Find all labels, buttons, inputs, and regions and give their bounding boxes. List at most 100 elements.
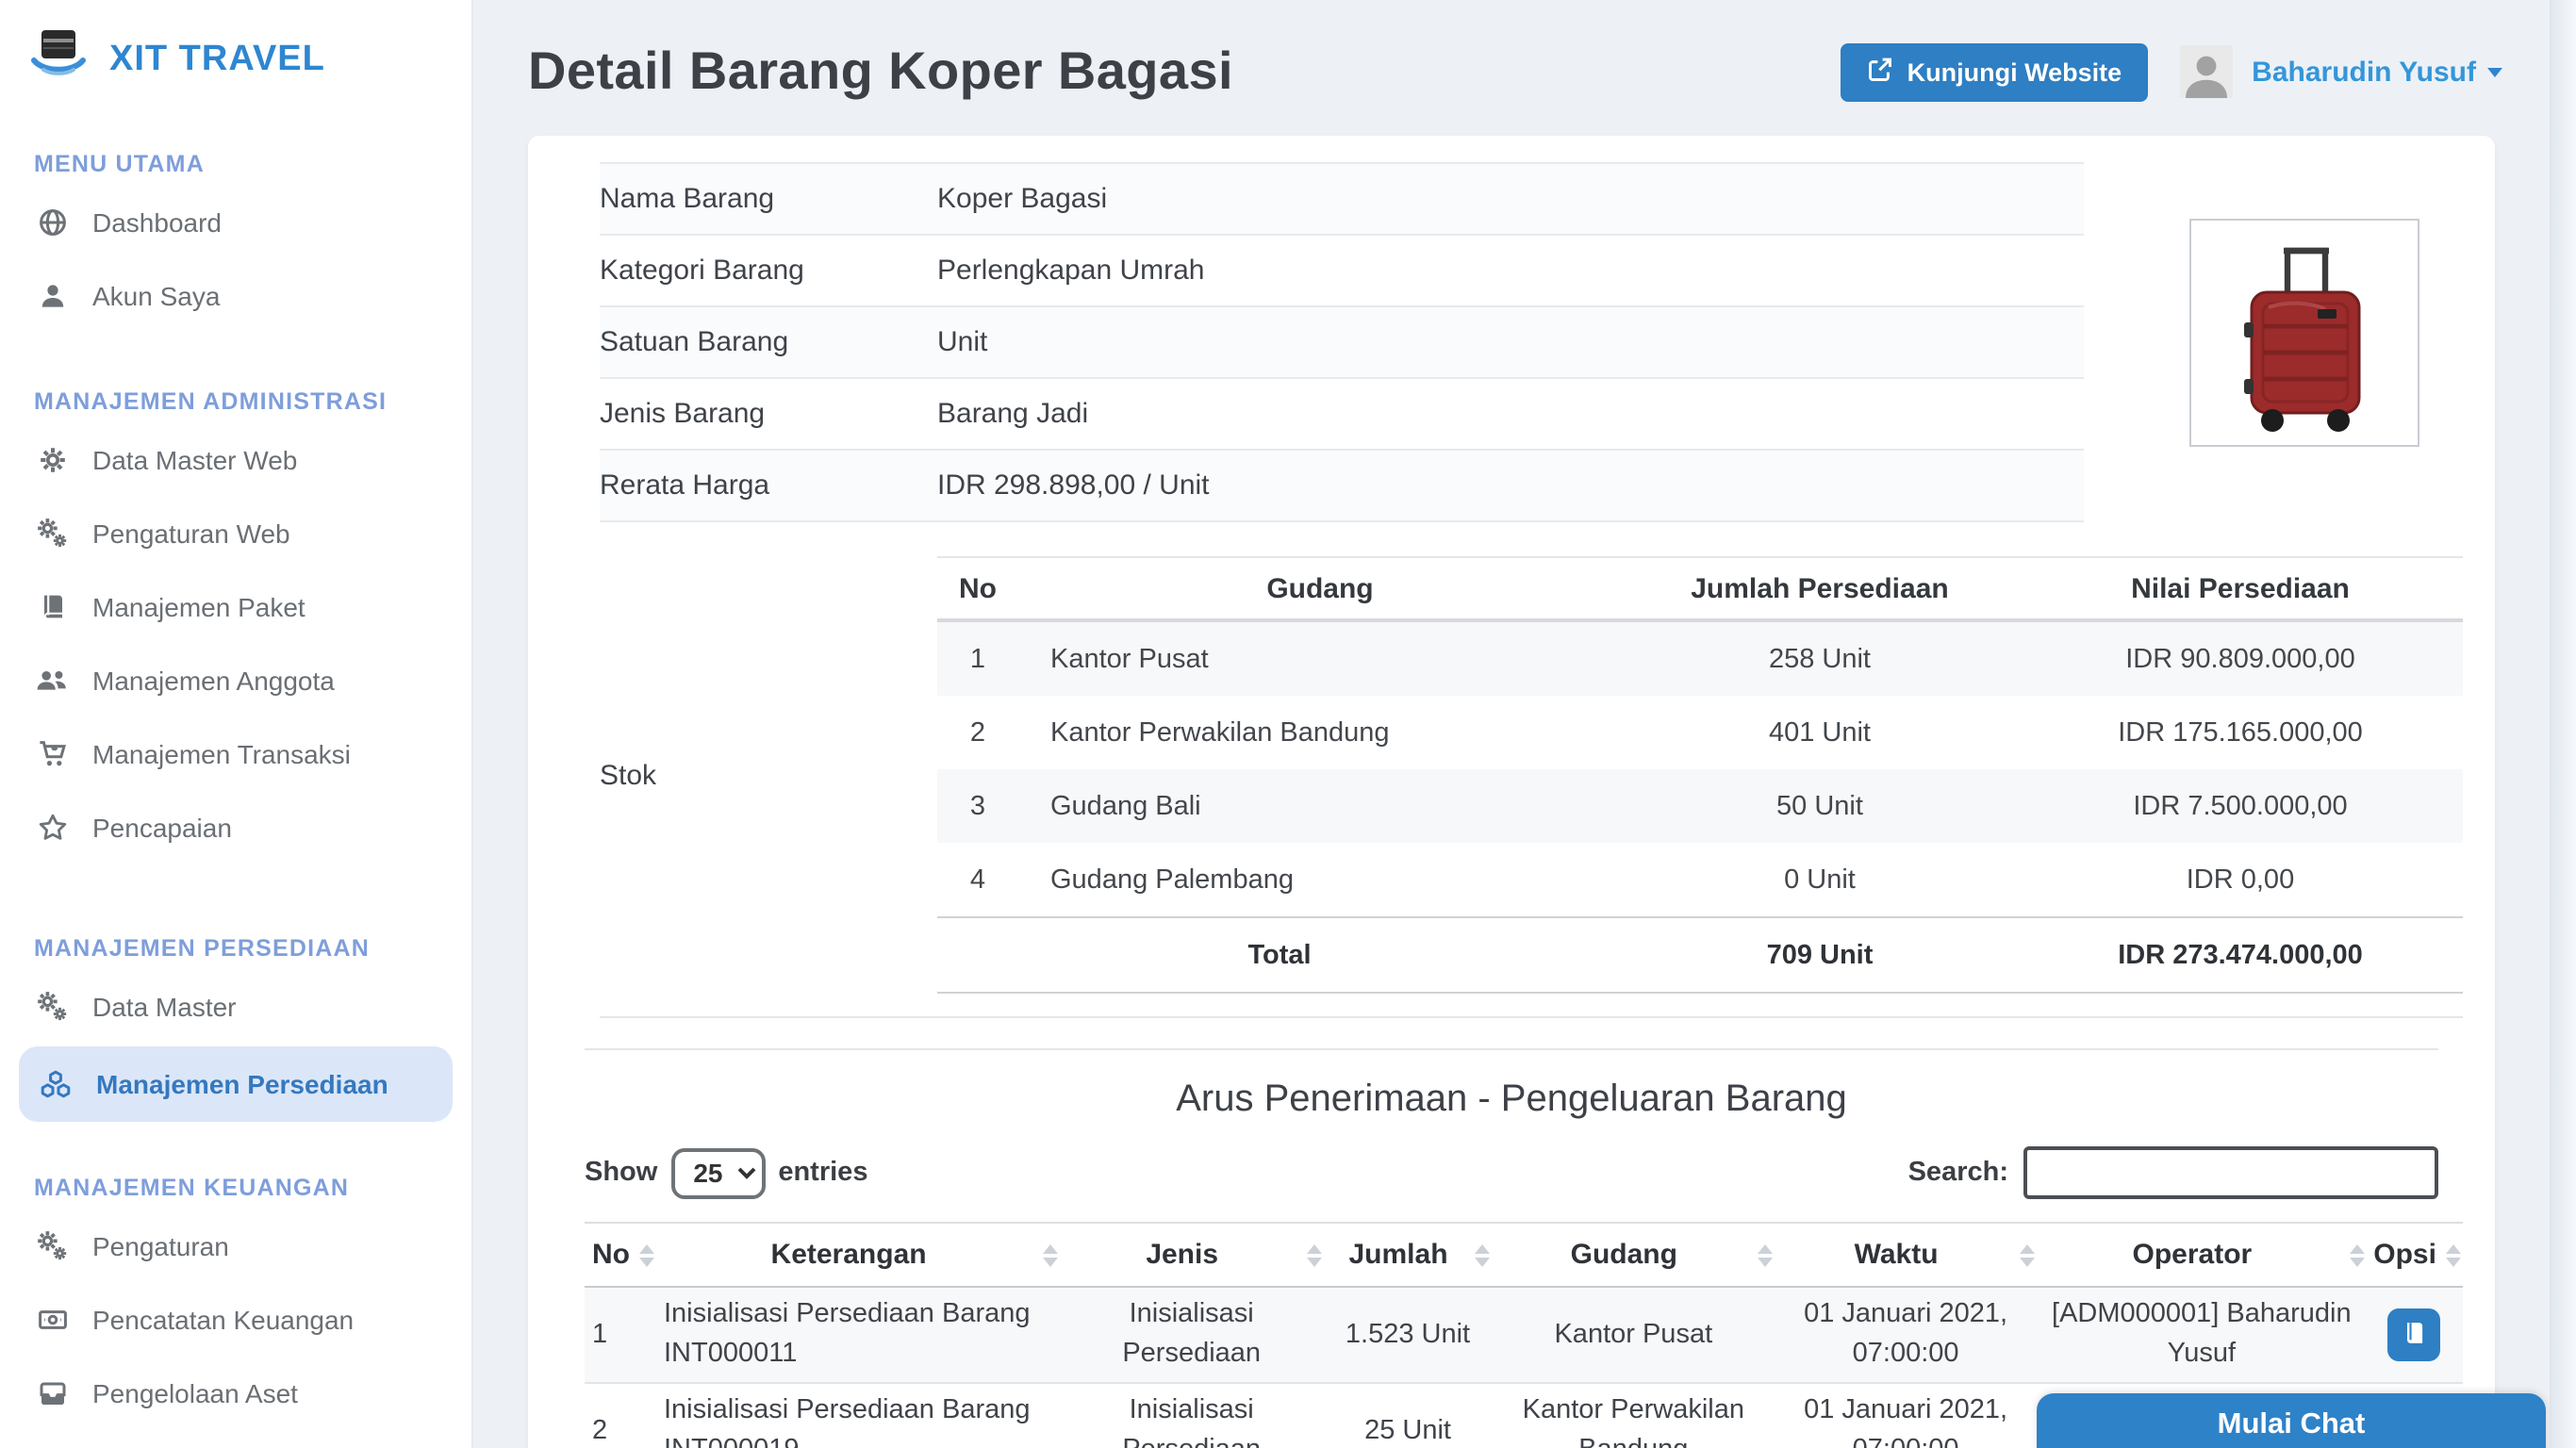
stock-cell-no: 3 [937,769,1018,843]
sidebar-item-pencapaian[interactable]: Pencapaian [0,790,471,864]
flow-header-operator[interactable]: Operator [2038,1223,2367,1287]
sidebar-item-label: Manajemen Transaksi [92,738,351,768]
stock-cell-no: 1 [937,620,1018,696]
flow-header-jumlah[interactable]: Jumlah [1323,1223,1493,1287]
detail-value: Koper Bagasi [937,183,2084,215]
book-icon [36,590,68,622]
sidebar-item-manajemen-paket[interactable]: Manajemen Paket [0,569,471,643]
stock-cell-nilai: IDR 7.500.000,00 [2018,769,2463,843]
sidebar-item-pengelolaan-aset[interactable]: Pengelolaan Aset [0,1356,471,1429]
sort-icon [1758,1243,1773,1266]
sidebar-item-label: Data Master [92,991,237,1021]
sidebar-item-data-master[interactable]: Data Master [0,969,471,1043]
flow-header-jenis[interactable]: Jenis [1060,1223,1323,1287]
page-header: Detail Barang Koper Bagasi Kunjungi Webs… [471,0,2551,102]
sidebar-section-menu-utama: MENU UTAMA [34,151,438,177]
stock-cell-no: 2 [937,696,1018,769]
flow-cell-jenis: Inisialisasi Persediaan [1060,1287,1323,1383]
gears-icon [36,1229,68,1261]
flow-cell-no: 1 [585,1287,656,1383]
stock-header-row: No Gudang Jumlah Persediaan Nilai Persed… [937,557,2463,620]
main-content: Detail Barang Koper Bagasi Kunjungi Webs… [471,0,2551,1448]
sidebar-item-pengaturan-web[interactable]: Pengaturan Web [0,496,471,569]
stock-cell-jumlah: 258 Unit [1622,620,2018,696]
sort-icon [639,1243,654,1266]
stock-total-row: Total 709 Unit IDR 273.474.000,00 [937,917,2463,993]
sort-icon [2349,1243,2364,1266]
user-menu[interactable]: Baharudin Yusuf [2252,56,2502,88]
external-link-icon [1868,56,1894,88]
flow-header-keterangan[interactable]: Keterangan [656,1223,1060,1287]
flow-cell-gudang: Kantor Perwakilan Bandung [1493,1383,1775,1448]
sidebar-item-pengaturan[interactable]: Pengaturan [0,1209,471,1282]
stock-cell-gudang: Gudang Palembang [1018,843,1622,917]
stock-row: 3 Gudang Bali 50 Unit IDR 7.500.000,00 [937,769,2463,843]
sort-icon [1043,1243,1058,1266]
stock-row: 4 Gudang Palembang 0 Unit IDR 0,00 [937,843,2463,917]
sidebar-section-manajemen-administrasi: MANAJEMEN ADMINISTRASI [34,388,438,415]
stock-cell-gudang: Gudang Bali [1018,769,1622,843]
sort-icon [1306,1243,1321,1266]
sidebar-item-label: Pencatatan Keuangan [92,1304,354,1334]
sidebar-item-label: Manajemen Paket [92,591,305,621]
flow-header-gudang[interactable]: Gudang [1493,1223,1775,1287]
item-detail-list: Nama Barang Koper Bagasi Kategori Barang… [600,162,2438,522]
stock-cell-nilai: IDR 0,00 [2018,843,2463,917]
detail-value: Perlengkapan Umrah [937,255,2084,287]
search-input[interactable] [2023,1146,2438,1199]
stock-total-nilai: IDR 273.474.000,00 [2018,917,2463,993]
gears-icon [36,990,68,1022]
flow-header-opsi[interactable]: Opsi [2366,1223,2463,1287]
sidebar-item-dashboard[interactable]: Dashboard [0,185,471,258]
stock-section: Stok No Gudang Jumlah Persediaan Nilai P… [600,522,2463,1018]
sidebar-item-manajemen-persediaan[interactable]: Manajemen Persediaan [19,1046,453,1122]
entries-label: entries [778,1158,867,1188]
detail-row: Kategori Barang Perlengkapan Umrah [600,236,2084,307]
sidebar: XIT TRAVEL MENU UTAMA Dashboard Akun Say… [0,0,471,1448]
stock-row: 2 Kantor Perwakilan Bandung 401 Unit IDR… [937,696,2463,769]
sidebar-item-manajemen-anggota[interactable]: Manajemen Anggota [0,643,471,716]
kaaba-globe-icon [26,25,91,94]
sidebar-item-label: Manajemen Persediaan [96,1069,388,1099]
page-scrollbar[interactable] [2550,0,2576,1448]
page-length-select[interactable]: 25 [670,1147,765,1198]
sidebar-item-laporan-keuangan[interactable]: Laporan Keuangan [0,1429,471,1448]
money-icon [36,1303,68,1335]
avatar[interactable] [2180,45,2233,98]
sidebar-item-manajemen-transaksi[interactable]: Manajemen Transaksi [0,716,471,790]
sidebar-section-manajemen-keuangan: MANAJEMEN KEUANGAN [34,1175,438,1201]
flow-header-no[interactable]: No [585,1223,656,1287]
flow-cell-keterangan: Inisialisasi Persediaan Barang INT000011 [656,1287,1060,1383]
sidebar-item-label: Manajemen Anggota [92,665,335,695]
sidebar-item-pencatatan-keuangan[interactable]: Pencatatan Keuangan [0,1282,471,1356]
flow-header-row: No Keterangan Jenis Jumlah Gudang Waktu … [585,1223,2463,1287]
cubes-icon [40,1068,72,1100]
sidebar-item-label: Dashboard [92,206,222,237]
section-divider [585,1048,2438,1050]
stock-cell-no: 4 [937,843,1018,917]
flow-cell-jumlah: 25 Unit [1323,1383,1493,1448]
stock-header-no: No [937,557,1018,620]
visit-website-label: Kunjungi Website [1907,58,2122,86]
flow-header-waktu[interactable]: Waktu [1775,1223,2038,1287]
detail-row: Nama Barang Koper Bagasi [600,162,2084,236]
visit-website-button[interactable]: Kunjungi Website [1841,42,2149,101]
stock-cell-jumlah: 50 Unit [1622,769,2018,843]
sort-icon [1476,1243,1491,1266]
detail-row: Jenis Barang Barang Jadi [600,379,2084,451]
brand-logo[interactable]: XIT TRAVEL [0,0,471,109]
start-chat-button[interactable]: Mulai Chat [2037,1393,2546,1448]
sidebar-item-data-master-web[interactable]: Data Master Web [0,422,471,496]
sort-icon [2021,1243,2036,1266]
user-name: Baharudin Yusuf [2252,56,2476,88]
log-book-icon [2402,1319,2428,1351]
app-root: XIT TRAVEL MENU UTAMA Dashboard Akun Say… [0,0,2576,1448]
detail-row: Rerata Harga IDR 298.898,00 / Unit [600,451,2084,522]
search-label: Search: [1908,1158,2008,1188]
log-button[interactable] [2388,1308,2441,1361]
show-label: Show [585,1158,657,1188]
sidebar-item-akun-saya[interactable]: Akun Saya [0,258,471,332]
stock-header-nilai: Nilai Persediaan [2018,557,2463,620]
flow-section-title: Arus Penerimaan - Pengeluaran Barang [585,1078,2438,1122]
flow-cell-keterangan: Inisialisasi Persediaan Barang INT000019 [656,1383,1060,1448]
